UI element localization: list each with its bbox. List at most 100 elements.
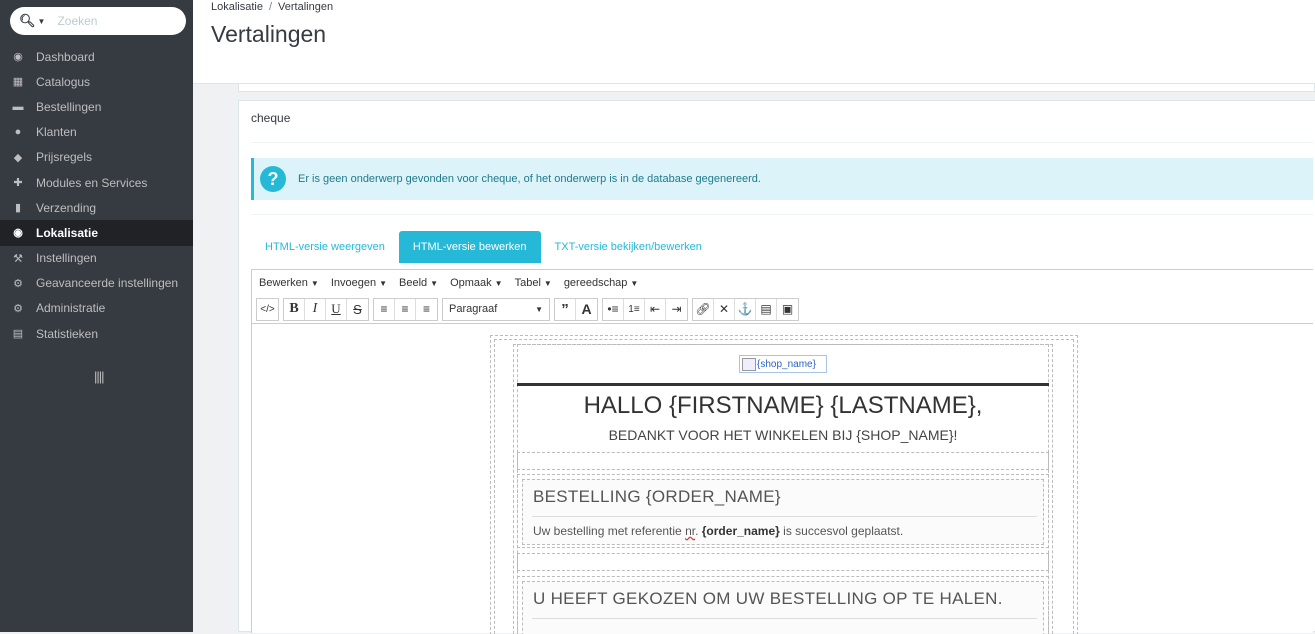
book-icon: ▦ (12, 76, 24, 89)
menu-tabel[interactable]: Tabel ▼ (515, 277, 552, 289)
indent-icon[interactable]: ⇥ (666, 299, 687, 320)
italic-icon[interactable]: I (305, 298, 326, 320)
anchor-icon[interactable]: ⚓ (735, 298, 756, 320)
media-icon[interactable]: ▤ (756, 298, 777, 320)
sidebar-item-label: Verzending (36, 200, 97, 215)
editor-content[interactable]: {shop_name} HALLO {FIRSTNAME} {LASTNAME}… (252, 326, 1314, 634)
puzzle-icon: ✚ (13, 177, 23, 190)
align-right-icon[interactable]: ≡ (416, 299, 437, 320)
search-input[interactable]: Zoeken (57, 14, 97, 28)
chevron-down-icon: ▼ (379, 278, 388, 288)
panel-heading: cheque (251, 111, 291, 125)
breadcrumb-item-vertalingen: Vertalingen (278, 1, 334, 13)
sidebar-item-label: Statistieken (36, 326, 99, 341)
truck-icon: ▮ (14, 202, 22, 215)
question-icon: ? (260, 166, 286, 192)
editor-toolbar: </> B I U S ≡ ≡ ≡ Paragraaf ▼ ” A •≡ 1≡ … (252, 295, 1313, 324)
underline-icon[interactable]: U (326, 298, 347, 320)
panel-top-edge (238, 84, 1315, 92)
sidebar-item-catalogus[interactable]: ▦ Catalogus (0, 69, 193, 94)
search-icon[interactable]: 🔍︎ (19, 13, 36, 29)
sidebar-item-lokalisatie[interactable]: ◉ Lokalisatie (0, 220, 193, 246)
editor-menubar: Bewerken ▼ Invoegen ▼ Beeld ▼ Opmaak ▼ Tabel ▼ ger… (252, 270, 1313, 295)
sidebar-item-geavanceerde-instellingen[interactable]: ⚙ Geavanceerde instellingen (0, 271, 193, 296)
tab-html-view[interactable]: HTML-versie weergeven (251, 231, 399, 263)
menu-label: Bewerken (259, 276, 308, 289)
spacer-row (517, 553, 1049, 571)
sidebar-item-prijsregels[interactable]: ◆ Prijsregels (0, 145, 193, 170)
unlink-icon[interactable]: ✕ (714, 298, 735, 320)
chevron-down-icon: ▼ (535, 304, 543, 314)
order-name-placeholder: {order_name} (701, 524, 780, 538)
divider (532, 516, 1037, 517)
shop-logo-image[interactable]: {shop_name} (739, 355, 827, 373)
sidebar-item-dashboard[interactable]: ◉ Dashboard (0, 44, 193, 69)
info-alert: ? Er is geen onderwerp gevonden voor che… (251, 158, 1313, 200)
text-color-icon[interactable]: A (576, 299, 597, 320)
page-header: Lokalisatie / Vertalingen Vertalingen (193, 0, 1315, 84)
sidebar-item-label: Catalogus (36, 74, 91, 89)
sidebar-item-label: Prijsregels (36, 150, 93, 165)
divider (251, 142, 1313, 143)
sidebar-item-klanten[interactable]: ● Klanten (0, 120, 193, 145)
sidebar-item-label: Bestellingen (36, 99, 102, 114)
spacer-row (517, 452, 1049, 470)
bullet-list-icon[interactable]: •≡ (603, 298, 624, 320)
blockquote-icon[interactable]: ” (555, 298, 576, 320)
menu-opmaak[interactable]: Opmaak ▼ (450, 277, 503, 289)
sidebar-item-bestellingen[interactable]: ▬ Bestellingen (0, 94, 193, 119)
email-greeting: HALLO {FIRSTNAME} {LASTNAME}, (583, 392, 983, 419)
pickup-title: U HEEFT GEKOZEN OM UW BESTELLING OP TE H… (533, 589, 1003, 608)
menu-label: Opmaak (450, 276, 492, 289)
format-select-value: Paragraaf (449, 303, 498, 315)
order-text-post: is succesvol geplaatst. (779, 524, 904, 538)
breadcrumb: Lokalisatie / Vertalingen (211, 1, 334, 13)
breadcrumb-item-lokalisatie[interactable]: Lokalisatie (211, 1, 263, 13)
sidebar-item-verzending[interactable]: ▮ Verzending (0, 195, 193, 220)
menu-beeld[interactable]: Beeld ▼ (399, 277, 438, 289)
rich-text-editor: Bewerken ▼ Invoegen ▼ Beeld ▼ Opmaak ▼ Tabel ▼ ger… (251, 269, 1314, 634)
wrench-icon: ⚒ (13, 252, 23, 265)
collapse-sidebar-icon[interactable]: |||| (94, 369, 104, 384)
credit-card-icon: ▬ (12, 100, 24, 113)
bold-icon[interactable]: B (284, 298, 305, 320)
sidebar-item-administratie[interactable]: ⚙ Administratie (0, 296, 193, 321)
order-text: Uw bestelling met referentie nr. {order_… (533, 524, 903, 538)
sidebar-item-label: Klanten (36, 125, 77, 140)
source-code-icon[interactable]: </> (257, 299, 278, 320)
sidebar-item-label: Geavanceerde instellingen (36, 276, 179, 291)
page-title: Vertalingen (211, 21, 327, 47)
sidebar-item-statistieken[interactable]: ▤ Statistieken (0, 321, 193, 346)
align-left-icon[interactable]: ≡ (374, 298, 395, 320)
globe-icon: ◉ (13, 227, 23, 240)
format-select[interactable]: Paragraaf ▼ (443, 299, 549, 320)
tab-html-edit[interactable]: HTML-versie bewerken (398, 231, 541, 263)
menu-label: Beeld (399, 276, 428, 289)
sidebar-item-modules-en-services[interactable]: ✚ Modules en Services (0, 170, 193, 195)
strikethrough-icon[interactable]: S (347, 299, 368, 320)
email-thanks: BEDANKT VOOR HET WINKELEN BIJ {SHOP_NAME… (608, 427, 958, 443)
version-tabs: HTML-versie weergeven HTML-versie bewerk… (251, 231, 716, 263)
gear-icon: ⚙ (13, 302, 23, 315)
dashboard-icon: ◉ (13, 51, 23, 64)
link-icon[interactable]: 🔗︎ (693, 298, 714, 320)
sidebar-item-label: Modules en Services (36, 175, 148, 190)
align-center-icon[interactable]: ≡ (395, 298, 416, 320)
numbered-list-icon[interactable]: 1≡ (624, 298, 645, 320)
menu-invoegen[interactable]: Invoegen ▼ (331, 277, 387, 289)
chevron-down-icon: ▼ (430, 278, 439, 288)
image-icon[interactable]: ▣ (777, 299, 798, 320)
order-text-dot: . (695, 524, 702, 538)
main-nav: ◉ Dashboard ▦ Catalogus ▬ Bestellingen ● Klante… (0, 44, 193, 346)
users-icon: ● (14, 126, 22, 139)
sidebar-item-instellingen[interactable]: ⚒ Instellingen (0, 246, 193, 271)
chevron-down-icon[interactable]: ▼ (38, 17, 46, 26)
tab-txt-edit[interactable]: TXT-versie bekijken/bewerken (541, 231, 716, 263)
menu-gereedschap[interactable]: gereedschap ▼ (564, 277, 639, 289)
menu-bewerken[interactable]: Bewerken ▼ (259, 277, 319, 289)
search-box[interactable]: 🔍︎ ▼ Zoeken (10, 7, 186, 35)
outdent-icon[interactable]: ⇤ (645, 298, 666, 320)
divider (251, 214, 1313, 215)
alert-message: Er is geen onderwerp gevonden voor chequ… (298, 173, 761, 185)
chevron-down-icon: ▼ (630, 278, 639, 288)
